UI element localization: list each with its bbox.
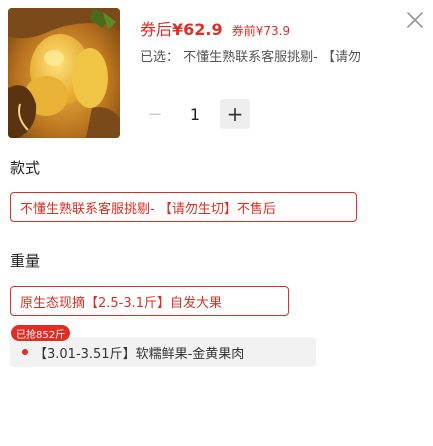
weight-option-label: 【3.01-3.51斤】软糯鲜果-金黄果肉 [34,346,245,362]
product-thumbnail[interactable] [8,8,120,138]
before-coupon-price: ¥73.9 [255,24,291,38]
style-option-selected[interactable]: 不懂生熟联系客服挑剔- 【请勿生切】不售后 [10,192,357,222]
close-icon [407,12,423,28]
quantity-value[interactable]: 1 [170,99,220,129]
after-coupon-label: 券后 [140,20,173,39]
price-row: 券后¥62.9 券前¥73.9 [140,16,290,40]
sold-count-badge: 已抢852斤 [11,325,71,341]
dot-icon [22,349,28,355]
weight-option[interactable]: 【3.01-3.51斤】软糯鲜果-金黄果肉 [10,337,316,367]
before-coupon-label: 券前 [231,24,256,38]
close-button[interactable] [403,8,427,32]
weight-option-selected[interactable]: 原生态现摘【2.5-3.1斤】自发大果 [10,286,289,316]
durian-image [8,8,120,138]
section-title-style: 款式 [10,159,41,177]
selected-summary: 已选： 不懂生熟联系客服挑剔- 【请勿 [140,50,361,65]
after-coupon-price: ¥62.9 [172,20,223,39]
section-title-weight: 重量 [10,252,41,270]
decrease-quantity-button[interactable]: − [140,99,170,129]
increase-quantity-button[interactable]: + [220,99,250,129]
quantity-stepper: − 1 + [140,99,250,129]
